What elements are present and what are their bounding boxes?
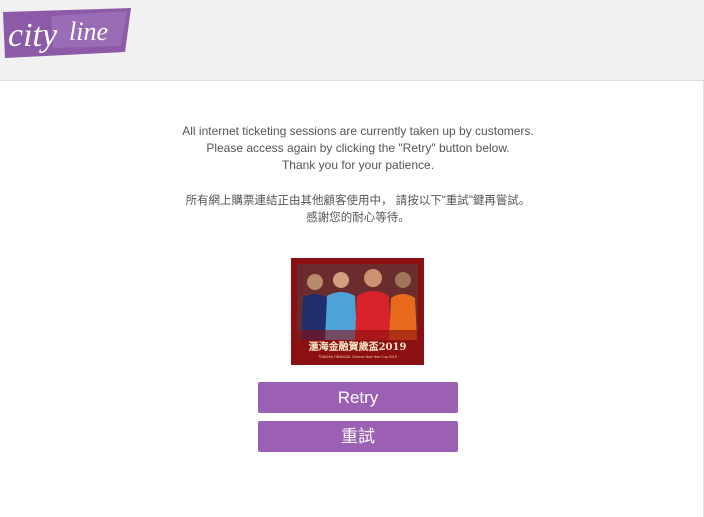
page-header: city line (0, 0, 704, 81)
svg-text:line: line (69, 17, 108, 46)
banner-title: 滙海金融賀歲盃2019 (309, 340, 407, 353)
message-zh-line-2: 感謝您的耐心等待。 (306, 212, 410, 224)
main-content: All internet ticketing sessions are curr… (0, 81, 704, 517)
message-en-line-3: Thank you for your patience. (281, 158, 435, 172)
message-zh-line-1: 所有網上購票連結正由其他顧客使用中， 請按以下"重試"鍵再嘗試。 (185, 195, 531, 207)
banner-subtitle: TONGHAI FINANCIAL Chinese New Year Cup 2… (317, 355, 397, 359)
busy-message-english: All internet ticketing sessions are curr… (0, 123, 704, 174)
busy-message-chinese: 所有網上購票連結正由其他顧客使用中， 請按以下"重試"鍵再嘗試。 感謝您的耐心等… (0, 193, 704, 227)
retry-button[interactable]: Retry (258, 382, 458, 413)
svg-text:city: city (8, 17, 58, 54)
message-en-line-1: All internet ticketing sessions are curr… (182, 124, 534, 138)
message-en-line-2: Please access again by clicking the "Ret… (206, 141, 510, 155)
retry-button-chinese[interactable]: 重試 (258, 421, 458, 452)
cityline-logo[interactable]: city line (3, 8, 131, 58)
event-banner-image: 滙海金融賀歲盃2019 TONGHAI FINANCIAL Chinese Ne… (291, 258, 424, 365)
